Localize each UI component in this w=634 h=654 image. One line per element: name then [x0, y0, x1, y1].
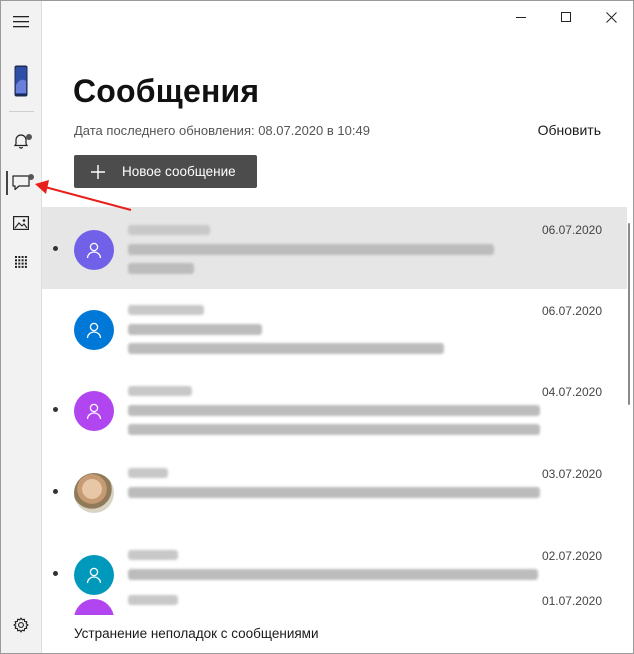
unread-dot	[53, 489, 58, 494]
nav-rail	[1, 1, 42, 653]
page-title: Сообщения	[73, 73, 260, 109]
person-icon	[86, 322, 102, 339]
contact-avatar-photo	[74, 473, 114, 513]
troubleshoot-link[interactable]: Устранение неполадок с сообщениями	[74, 626, 319, 641]
unread-dot	[53, 246, 58, 251]
contact-name-redacted	[128, 550, 178, 560]
apps-grid-icon[interactable]	[1, 244, 41, 280]
message-date: 04.07.2020	[541, 385, 602, 399]
conversation-row[interactable]: 06.07.2020	[42, 289, 627, 371]
contact-avatar	[74, 230, 114, 270]
scrollbar[interactable]	[628, 223, 630, 405]
message-date: 02.07.2020	[541, 549, 602, 563]
message-preview-redacted	[128, 487, 540, 498]
contact-avatar	[74, 391, 114, 431]
contact-name-redacted	[128, 225, 210, 235]
bell-icon[interactable]	[1, 123, 41, 159]
contact-name-redacted	[128, 305, 204, 315]
minimize-button[interactable]	[497, 1, 545, 33]
contact-name-redacted	[128, 468, 168, 478]
close-button[interactable]	[587, 1, 633, 33]
phone-icon[interactable]	[1, 63, 41, 99]
messages-badge	[28, 174, 34, 180]
message-date: 06.07.2020	[541, 304, 602, 318]
chat-icon[interactable]	[1, 165, 41, 201]
conversation-list: 06.07.2020 06.07.2020 04.07.2020 03.07.2…	[42, 207, 633, 615]
unread-dot	[53, 571, 58, 576]
contact-name-redacted	[128, 386, 192, 396]
person-icon	[86, 242, 102, 259]
hamburger-icon[interactable]	[1, 4, 41, 40]
message-preview-redacted	[128, 343, 444, 354]
contact-name-redacted	[128, 595, 178, 605]
message-preview-redacted	[128, 405, 540, 416]
new-message-button[interactable]: Новое сообщение	[74, 155, 257, 188]
new-message-label: Новое сообщение	[122, 164, 236, 179]
notification-badge	[26, 134, 32, 140]
conversation-row[interactable]: 01.07.2020	[42, 587, 627, 615]
message-preview-redacted	[128, 324, 262, 335]
person-icon	[86, 567, 102, 584]
conversation-row[interactable]: 03.07.2020	[42, 453, 627, 535]
gear-icon[interactable]	[1, 607, 41, 643]
maximize-button[interactable]	[542, 1, 590, 33]
unread-dot	[53, 407, 58, 412]
person-icon	[86, 403, 102, 420]
conversation-row[interactable]: 04.07.2020	[42, 371, 627, 453]
message-preview-redacted	[128, 424, 540, 435]
maximize-icon	[561, 12, 571, 22]
contact-avatar	[74, 599, 114, 615]
contact-avatar	[74, 310, 114, 350]
message-preview-redacted	[128, 263, 194, 274]
close-icon	[605, 11, 617, 23]
app-window: Сообщения Дата последнего обновления: 08…	[0, 0, 634, 654]
plus-icon	[74, 164, 122, 179]
last-update-text: Дата последнего обновления: 08.07.2020 в…	[74, 123, 370, 138]
message-date: 06.07.2020	[541, 223, 602, 237]
conversation-row[interactable]: 06.07.2020	[42, 207, 627, 289]
refresh-button[interactable]: Обновить	[538, 122, 601, 138]
photo-icon[interactable]	[1, 205, 41, 241]
rail-divider	[9, 111, 34, 112]
message-preview-redacted	[128, 244, 494, 255]
minimize-icon	[516, 17, 526, 18]
message-date: 03.07.2020	[541, 467, 602, 481]
message-date: 01.07.2020	[541, 594, 602, 608]
message-preview-redacted	[128, 569, 538, 580]
